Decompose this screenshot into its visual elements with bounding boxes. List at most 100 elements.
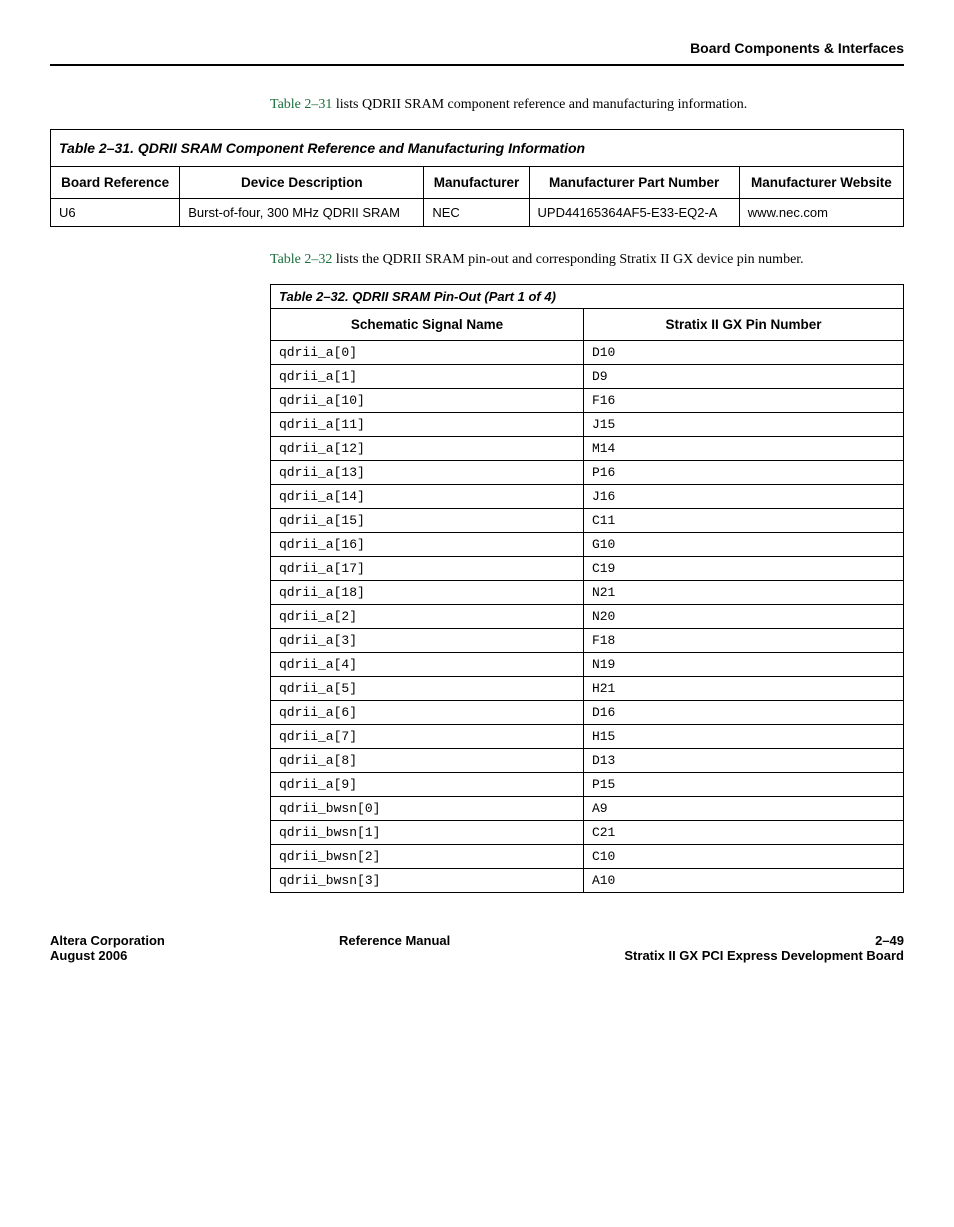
cell-pin-number: C19 xyxy=(583,557,903,581)
cell-manufacturer: NEC xyxy=(424,199,529,227)
cell-device-desc: Burst-of-four, 300 MHz QDRII SRAM xyxy=(180,199,424,227)
footer-manual-title: Reference Manual xyxy=(339,933,450,948)
intro-paragraph-1: Table 2–31 lists QDRII SRAM component re… xyxy=(270,94,904,115)
section-header: Board Components & Interfaces xyxy=(50,40,904,60)
cell-part-number: UPD44165364AF5-E33-EQ2-A xyxy=(529,199,739,227)
table-row: qdrii_a[2]N20 xyxy=(271,605,904,629)
table-2-32-caption: Table 2–32. QDRII SRAM Pin-Out (Part 1 o… xyxy=(271,285,904,309)
cell-signal-name: qdrii_bwsn[0] xyxy=(271,797,584,821)
header-rule xyxy=(50,64,904,66)
table-row: qdrii_a[12]M14 xyxy=(271,437,904,461)
table1-header-website: Manufacturer Website xyxy=(739,167,903,199)
cell-signal-name: qdrii_a[7] xyxy=(271,725,584,749)
table-row: qdrii_bwsn[2]C10 xyxy=(271,845,904,869)
cell-signal-name: qdrii_a[14] xyxy=(271,485,584,509)
table-row: qdrii_bwsn[0]A9 xyxy=(271,797,904,821)
table-row: qdrii_a[5]H21 xyxy=(271,677,904,701)
cell-signal-name: qdrii_a[12] xyxy=(271,437,584,461)
table-row: qdrii_a[10]F16 xyxy=(271,389,904,413)
cell-pin-number: P15 xyxy=(583,773,903,797)
table1-header-board-ref: Board Reference xyxy=(51,167,180,199)
table-row: qdrii_a[1]D9 xyxy=(271,365,904,389)
table-row: qdrii_bwsn[1]C21 xyxy=(271,821,904,845)
table-row: qdrii_a[6]D16 xyxy=(271,701,904,725)
cell-pin-number: H21 xyxy=(583,677,903,701)
cell-pin-number: D13 xyxy=(583,749,903,773)
table-row: qdrii_a[7]H15 xyxy=(271,725,904,749)
table-row: U6 Burst-of-four, 300 MHz QDRII SRAM NEC… xyxy=(51,199,904,227)
table1-header-device-desc: Device Description xyxy=(180,167,424,199)
cell-signal-name: qdrii_a[5] xyxy=(271,677,584,701)
cell-pin-number: C21 xyxy=(583,821,903,845)
page-footer: Altera Corporation August 2006 Reference… xyxy=(50,933,904,963)
table-row: qdrii_a[4]N19 xyxy=(271,653,904,677)
cell-pin-number: G10 xyxy=(583,533,903,557)
table-row: qdrii_a[13]P16 xyxy=(271,461,904,485)
cell-website: www.nec.com xyxy=(739,199,903,227)
cell-pin-number: M14 xyxy=(583,437,903,461)
cell-pin-number: A9 xyxy=(583,797,903,821)
cell-signal-name: qdrii_a[16] xyxy=(271,533,584,557)
table-row: qdrii_a[8]D13 xyxy=(271,749,904,773)
cell-pin-number: D16 xyxy=(583,701,903,725)
cell-pin-number: D10 xyxy=(583,341,903,365)
table-row: qdrii_a[14]J16 xyxy=(271,485,904,509)
cell-signal-name: qdrii_a[11] xyxy=(271,413,584,437)
cell-signal-name: qdrii_a[6] xyxy=(271,701,584,725)
table-row: qdrii_a[3]F18 xyxy=(271,629,904,653)
cell-signal-name: qdrii_a[3] xyxy=(271,629,584,653)
cell-signal-name: qdrii_a[0] xyxy=(271,341,584,365)
cell-signal-name: qdrii_a[18] xyxy=(271,581,584,605)
cell-pin-number: C10 xyxy=(583,845,903,869)
cell-pin-number: N20 xyxy=(583,605,903,629)
cell-pin-number: J15 xyxy=(583,413,903,437)
footer-date: August 2006 xyxy=(50,948,165,963)
cell-pin-number: D9 xyxy=(583,365,903,389)
cell-pin-number: N21 xyxy=(583,581,903,605)
table2-header-signal-name: Schematic Signal Name xyxy=(271,309,584,341)
footer-board-name: Stratix II GX PCI Express Development Bo… xyxy=(624,948,904,963)
cell-pin-number: C11 xyxy=(583,509,903,533)
intro-paragraph-2: Table 2–32 lists the QDRII SRAM pin-out … xyxy=(270,249,904,270)
cell-signal-name: qdrii_a[17] xyxy=(271,557,584,581)
table-ref-link-2[interactable]: Table 2–32 xyxy=(270,252,332,267)
cell-signal-name: qdrii_a[1] xyxy=(271,365,584,389)
cell-board-ref: U6 xyxy=(51,199,180,227)
table-ref-link-1[interactable]: Table 2–31 xyxy=(270,97,332,112)
table-2-31-caption: Table 2–31. QDRII SRAM Component Referen… xyxy=(51,130,904,167)
table1-header-part-number: Manufacturer Part Number xyxy=(529,167,739,199)
cell-signal-name: qdrii_a[9] xyxy=(271,773,584,797)
cell-pin-number: A10 xyxy=(583,869,903,893)
table-2-32: Table 2–32. QDRII SRAM Pin-Out (Part 1 o… xyxy=(270,284,904,893)
footer-page-number: 2–49 xyxy=(624,933,904,948)
cell-signal-name: qdrii_a[13] xyxy=(271,461,584,485)
table-row: qdrii_a[16]G10 xyxy=(271,533,904,557)
cell-pin-number: H15 xyxy=(583,725,903,749)
cell-pin-number: P16 xyxy=(583,461,903,485)
cell-pin-number: F18 xyxy=(583,629,903,653)
table-row: qdrii_a[9]P15 xyxy=(271,773,904,797)
table-row: qdrii_a[18]N21 xyxy=(271,581,904,605)
cell-signal-name: qdrii_a[2] xyxy=(271,605,584,629)
cell-signal-name: qdrii_a[8] xyxy=(271,749,584,773)
cell-signal-name: qdrii_a[10] xyxy=(271,389,584,413)
table-2-31: Table 2–31. QDRII SRAM Component Referen… xyxy=(50,129,904,227)
cell-pin-number: N19 xyxy=(583,653,903,677)
cell-signal-name: qdrii_bwsn[2] xyxy=(271,845,584,869)
cell-signal-name: qdrii_bwsn[3] xyxy=(271,869,584,893)
cell-signal-name: qdrii_a[15] xyxy=(271,509,584,533)
table-row: qdrii_a[15]C11 xyxy=(271,509,904,533)
table1-header-manufacturer: Manufacturer xyxy=(424,167,529,199)
table-row: qdrii_bwsn[3]A10 xyxy=(271,869,904,893)
table2-header-pin-number: Stratix II GX Pin Number xyxy=(583,309,903,341)
cell-signal-name: qdrii_bwsn[1] xyxy=(271,821,584,845)
intro-text-2: lists the QDRII SRAM pin-out and corresp… xyxy=(332,252,803,267)
footer-company: Altera Corporation xyxy=(50,933,165,948)
table-row: qdrii_a[0]D10 xyxy=(271,341,904,365)
table-row: qdrii_a[17]C19 xyxy=(271,557,904,581)
cell-pin-number: J16 xyxy=(583,485,903,509)
table-row: qdrii_a[11]J15 xyxy=(271,413,904,437)
cell-signal-name: qdrii_a[4] xyxy=(271,653,584,677)
cell-pin-number: F16 xyxy=(583,389,903,413)
intro-text-1: lists QDRII SRAM component reference and… xyxy=(332,97,747,112)
